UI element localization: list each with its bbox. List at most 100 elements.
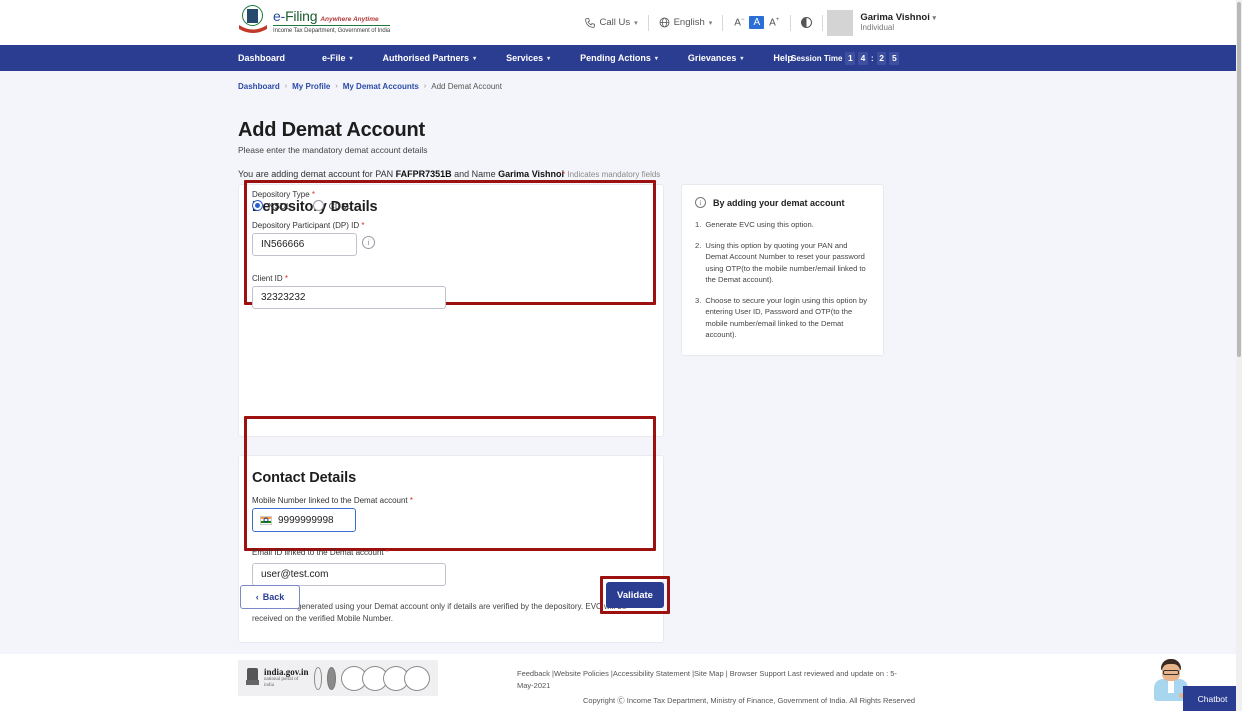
breadcrumb-my-profile[interactable]: My Profile xyxy=(292,82,330,91)
phone-icon xyxy=(585,18,595,28)
session-timer: Session Time 1 4 : 2 5 xyxy=(791,52,899,65)
national-emblem-icon xyxy=(238,5,268,37)
language-label: English xyxy=(674,17,705,28)
footer-logo-strip: india.gov.in national portal of india xyxy=(238,660,438,696)
nav-item-pending-actions[interactable]: Pending Actions▾ xyxy=(565,45,673,71)
divider xyxy=(790,15,791,31)
chevron-down-icon: ▾ xyxy=(655,55,658,62)
session-digit-1: 1 xyxy=(845,52,855,65)
info-icon: i xyxy=(695,197,706,208)
scrollbar-thumb[interactable] xyxy=(1237,2,1241,357)
radio-label-cdsl: CDSL xyxy=(329,201,352,211)
depository-type-radio-group: NSDL CDSL xyxy=(252,200,351,211)
chevron-down-icon: ▾ xyxy=(740,55,743,62)
badge-icon-1 xyxy=(314,667,323,690)
page-footer: india.gov.in national portal of india Fe… xyxy=(0,654,1236,711)
chatbot-widget[interactable]: Chatbot xyxy=(1145,657,1242,711)
page-title: Add Demat Account xyxy=(238,119,425,142)
radio-icon-cdsl xyxy=(313,200,324,211)
breadcrumb-my-demat-accounts[interactable]: My Demat Accounts xyxy=(343,82,419,91)
info-list-item: 2. Using this option by quoting your PAN… xyxy=(695,240,870,286)
pan-value: FAFPR7351B xyxy=(396,169,452,179)
divider xyxy=(822,15,823,31)
user-menu[interactable]: Garima Vishnoi ▾ Individual xyxy=(860,12,936,34)
mobile-number-input[interactable]: 9999999998 xyxy=(252,508,356,532)
chevron-down-icon: ▾ xyxy=(709,19,713,27)
nav-item-authorised-partners[interactable]: Authorised Partners▾ xyxy=(368,45,492,71)
info-item-text: Choose to secure your login using this o… xyxy=(705,295,870,341)
chevron-down-icon: ▾ xyxy=(547,55,550,62)
certification-badges xyxy=(341,666,430,691)
font-increase-button[interactable]: A+ xyxy=(764,17,784,28)
globe-icon xyxy=(659,17,670,28)
pan-name-info: You are adding demat account for PAN FAF… xyxy=(238,169,564,179)
footer-links[interactable]: Feedback |Website Policies |Accessibilit… xyxy=(517,668,897,692)
badge-icon-6 xyxy=(404,666,430,691)
font-normal-button[interactable]: A xyxy=(749,16,764,29)
nav-item-e-file[interactable]: e-File▾ xyxy=(307,45,368,71)
session-digit-2: 4 xyxy=(858,52,868,65)
session-digit-4: 5 xyxy=(889,52,899,65)
client-id-input[interactable] xyxy=(252,286,446,309)
header-utilities: Call Us ▾ English ▾ A− A A+ xyxy=(575,0,936,45)
main-navigation-bar: Dashboard e-File▾ Authorised Partners▾ S… xyxy=(0,45,1242,71)
depository-type-label: Depository Type * xyxy=(252,190,315,199)
validate-button[interactable]: Validate xyxy=(606,582,664,608)
back-button-label: Back xyxy=(263,592,285,602)
chevron-down-icon: ▾ xyxy=(634,19,638,27)
chevron-down-icon: ▾ xyxy=(473,55,476,62)
dp-id-input[interactable] xyxy=(252,233,357,256)
language-menu[interactable]: English ▾ xyxy=(649,17,723,28)
info-panel: i By adding your demat account 1. Genera… xyxy=(681,184,884,356)
call-us-menu[interactable]: Call Us ▾ xyxy=(575,17,647,28)
nav-item-dashboard[interactable]: Dashboard xyxy=(238,45,307,71)
page-subtitle: Please enter the mandatory demat account… xyxy=(238,145,427,155)
radio-label-nsdl: NSDL xyxy=(268,201,291,211)
radio-icon-nsdl xyxy=(252,200,263,211)
radio-option-nsdl[interactable]: NSDL xyxy=(252,200,291,211)
logo-subtitle: Income Tax Department, Government of Ind… xyxy=(273,25,390,34)
breadcrumb: Dashboard › My Profile › My Demat Accoun… xyxy=(238,82,502,91)
info-item-text: Generate EVC using this option. xyxy=(705,219,814,231)
india-gov-sublabel: national portal of india xyxy=(264,677,309,688)
chevron-down-icon: ▾ xyxy=(350,55,353,62)
client-id-label: Client ID * xyxy=(252,274,288,283)
info-item-text: Using this option by quoting your PAN an… xyxy=(705,240,870,286)
radio-option-cdsl[interactable]: CDSL xyxy=(313,200,352,211)
avatar[interactable] xyxy=(827,10,853,36)
info-item-number: 2. xyxy=(695,240,701,286)
india-gov-logo[interactable]: india.gov.in national portal of india xyxy=(264,668,309,689)
evc-note: EVC can be generated using your Demat ac… xyxy=(252,601,630,626)
nav-item-services[interactable]: Services▾ xyxy=(491,45,565,71)
back-button[interactable]: ‹ Back xyxy=(240,585,300,609)
mobile-number-label: Mobile Number linked to the Demat accoun… xyxy=(252,496,413,505)
info-panel-title: By adding your demat account xyxy=(713,198,845,208)
vertical-scrollbar[interactable] xyxy=(1236,0,1242,711)
logo-tagline: Anywhere Anytime xyxy=(320,17,378,24)
user-type-label: Individual xyxy=(860,23,936,33)
email-id-input[interactable] xyxy=(252,563,446,586)
call-us-label: Call Us xyxy=(599,17,630,28)
email-id-label: Email ID linked to the Demat account * xyxy=(252,548,389,557)
session-timer-label: Session Time xyxy=(791,54,842,63)
top-header-bar: e-Filing Anywhere Anytime Income Tax Dep… xyxy=(0,0,1236,45)
mandatory-fields-note: * Indicates mandatory fields xyxy=(562,170,660,179)
logo-brand: e-Filing xyxy=(273,9,317,23)
footer-copyright: Copyright Ⓒ Income Tax Department, Minis… xyxy=(583,695,915,706)
info-list-item: 3. Choose to secure your login using thi… xyxy=(695,295,870,341)
nav-item-grievances[interactable]: Grievances▾ xyxy=(673,45,759,71)
app-window: e-Filing Anywhere Anytime Income Tax Dep… xyxy=(0,0,1242,711)
font-decrease-button[interactable]: A− xyxy=(729,17,749,28)
breadcrumb-current: Add Demat Account xyxy=(431,82,502,91)
efiling-logo[interactable]: e-Filing Anywhere Anytime Income Tax Dep… xyxy=(238,5,390,37)
badge-icon-2 xyxy=(327,667,336,690)
breadcrumb-dashboard[interactable]: Dashboard xyxy=(238,82,280,91)
user-name-label: Garima Vishnoi ▾ xyxy=(860,12,936,24)
chatbot-button[interactable]: Chatbot xyxy=(1183,686,1242,711)
info-list-item: 1. Generate EVC using this option. xyxy=(695,219,870,231)
page-content: Dashboard › My Profile › My Demat Accoun… xyxy=(0,71,1236,654)
ribbon-icon xyxy=(238,22,268,34)
mobile-number-value: 9999999998 xyxy=(278,515,334,526)
contrast-toggle-icon[interactable] xyxy=(801,17,812,28)
dp-id-info-icon[interactable]: i xyxy=(362,236,375,249)
